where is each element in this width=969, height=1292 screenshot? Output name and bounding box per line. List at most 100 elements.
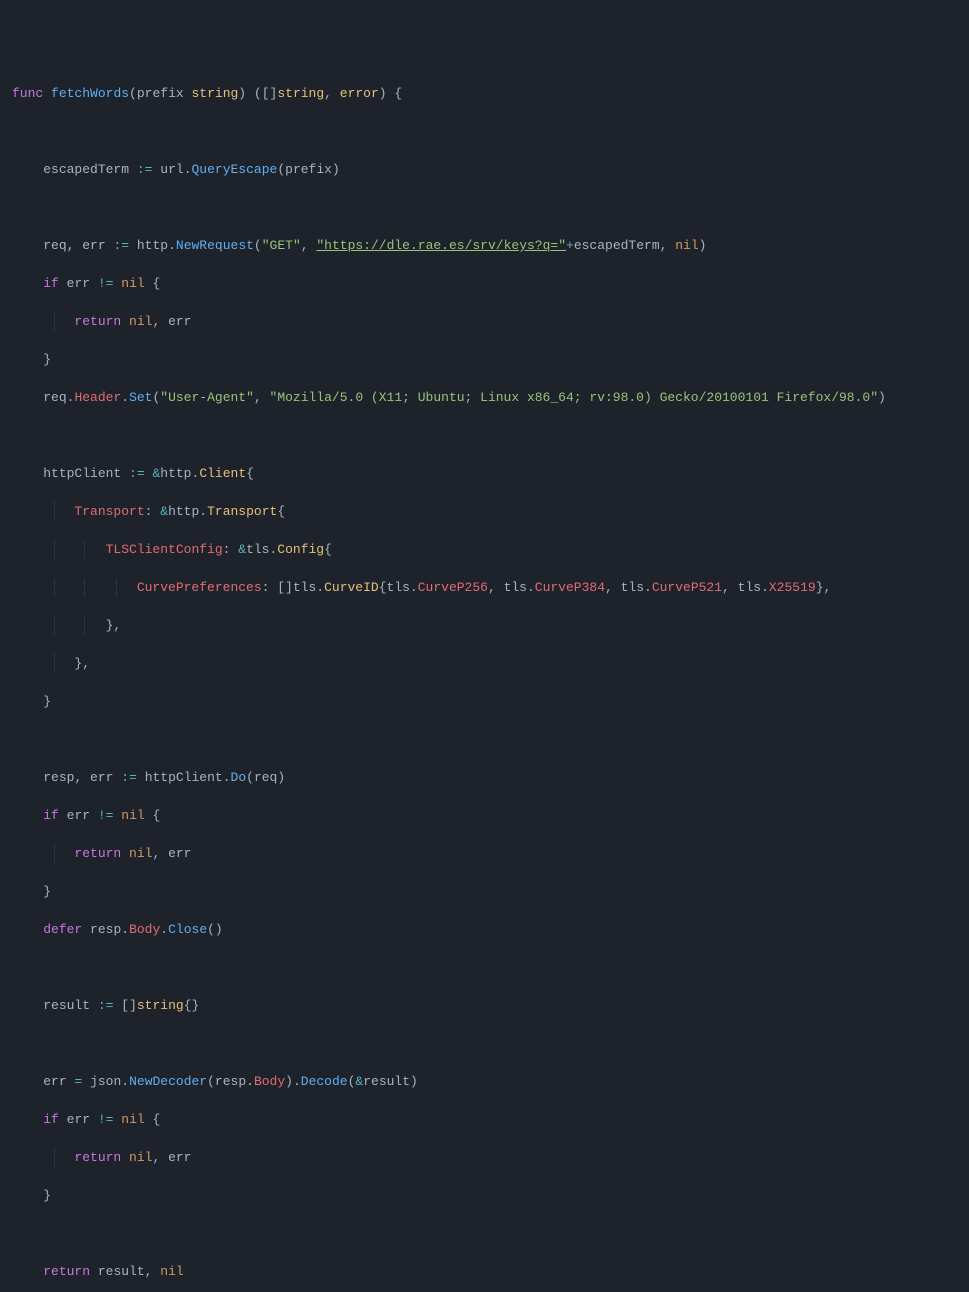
pkg-url: url	[160, 162, 183, 177]
decl-op: :=	[113, 238, 129, 253]
var-httpclient: httpClient	[145, 770, 223, 785]
var-result: result	[43, 998, 90, 1013]
fn-newdecoder: NewDecoder	[129, 1074, 207, 1089]
var-req: req	[43, 390, 66, 405]
code-line: result := []string{}	[12, 996, 957, 1015]
code-line	[12, 426, 957, 445]
str-url: "https://dle.rae.es/srv/keys?q="	[316, 238, 566, 253]
arg-escapedterm: escapedTerm	[574, 238, 660, 253]
str-uaval: "Mozilla/5.0 (X11; Ubuntu; Linux x86_64;…	[270, 390, 879, 405]
var-err: err	[168, 846, 191, 861]
arg-result: result	[363, 1074, 410, 1089]
pkg-http: http	[137, 238, 168, 253]
var-err: err	[168, 1150, 191, 1165]
decl-op: :=	[121, 770, 137, 785]
code-line: req.Header.Set("User-Agent", "Mozilla/5.…	[12, 388, 957, 407]
function-name: fetchWords	[51, 86, 129, 101]
nil-literal: nil	[121, 1112, 144, 1127]
code-line: if err != nil {	[12, 274, 957, 293]
var-httpclient: httpClient	[43, 466, 121, 481]
code-line: return nil, err	[12, 1148, 957, 1167]
code-line: TLSClientConfig: &tls.Config{	[12, 540, 957, 559]
code-line: }	[12, 350, 957, 369]
code-line: err = json.NewDecoder(resp.Body).Decode(…	[12, 1072, 957, 1091]
type-error: error	[340, 86, 379, 101]
arg-req: req	[254, 770, 277, 785]
code-line: }	[12, 882, 957, 901]
prop-body: Body	[254, 1074, 285, 1089]
code-line: }	[12, 1186, 957, 1205]
pkg-tls: tls	[293, 580, 316, 595]
code-line: func fetchWords(prefix string) ([]string…	[12, 84, 957, 103]
decl-op: :=	[129, 466, 145, 481]
code-line: if err != nil {	[12, 806, 957, 825]
const-x25519: X25519	[769, 580, 816, 595]
keyword-if: if	[43, 808, 59, 823]
code-line: if err != nil {	[12, 1110, 957, 1129]
nil-literal: nil	[129, 314, 152, 329]
var-err: err	[90, 770, 113, 785]
code-line	[12, 122, 957, 141]
type-string: string	[191, 86, 238, 101]
prop-body: Body	[129, 922, 160, 937]
prop-header: Header	[74, 390, 121, 405]
const-p256: CurveP256	[418, 580, 488, 595]
code-line: }	[12, 692, 957, 711]
keyword-return: return	[74, 846, 121, 861]
var-resp: resp	[43, 770, 74, 785]
pkg-tls: tls	[621, 580, 644, 595]
keyword-func: func	[12, 86, 43, 101]
var-escapedterm: escapedTerm	[43, 162, 129, 177]
code-line: return result, nil	[12, 1262, 957, 1281]
slice-brackets: []	[262, 86, 278, 101]
code-line: return nil, err	[12, 312, 957, 331]
nil-literal: nil	[121, 808, 144, 823]
pkg-tls: tls	[246, 542, 269, 557]
var-err: err	[67, 1112, 90, 1127]
code-editor-viewport[interactable]: func fetchWords(prefix string) ([]string…	[12, 65, 957, 1292]
decl-op: :=	[98, 998, 114, 1013]
fn-newrequest: NewRequest	[176, 238, 254, 253]
keyword-return: return	[74, 314, 121, 329]
op-neq: !=	[98, 1112, 114, 1127]
var-err: err	[67, 808, 90, 823]
prop-tlsclientconfig: TLSClientConfig	[106, 542, 223, 557]
var-err: err	[43, 1074, 66, 1089]
const-p384: CurveP384	[535, 580, 605, 595]
nil-literal: nil	[675, 238, 698, 253]
type-client: Client	[199, 466, 246, 481]
prop-curveprefs: CurvePreferences	[137, 580, 262, 595]
var-result: result	[98, 1264, 145, 1279]
code-line: defer resp.Body.Close()	[12, 920, 957, 939]
assign-op: =	[74, 1074, 82, 1089]
pkg-http: http	[160, 466, 191, 481]
var-err: err	[82, 238, 105, 253]
type-config: Config	[277, 542, 324, 557]
nil-literal: nil	[160, 1264, 183, 1279]
var-err: err	[67, 276, 90, 291]
pkg-tls: tls	[387, 580, 410, 595]
code-line	[12, 730, 957, 749]
arg-resp: resp	[215, 1074, 246, 1089]
str-get: "GET"	[262, 238, 301, 253]
pkg-http: http	[168, 504, 199, 519]
keyword-return: return	[43, 1264, 90, 1279]
var-req: req	[43, 238, 66, 253]
code-line: return nil, err	[12, 844, 957, 863]
nil-literal: nil	[129, 1150, 152, 1165]
code-line	[12, 1224, 957, 1243]
var-resp: resp	[90, 922, 121, 937]
code-line	[12, 958, 957, 977]
type-curveid: CurveID	[324, 580, 379, 595]
var-err: err	[168, 314, 191, 329]
keyword-if: if	[43, 276, 59, 291]
code-line: escapedTerm := url.QueryEscape(prefix)	[12, 160, 957, 179]
prop-transport: Transport	[74, 504, 144, 519]
pkg-tls: tls	[504, 580, 527, 595]
code-line: req, err := http.NewRequest("GET", "http…	[12, 236, 957, 255]
nil-literal: nil	[129, 846, 152, 861]
op-amp: &	[160, 504, 168, 519]
keyword-return: return	[74, 1150, 121, 1165]
keyword-if: if	[43, 1112, 59, 1127]
fn-do: Do	[231, 770, 247, 785]
